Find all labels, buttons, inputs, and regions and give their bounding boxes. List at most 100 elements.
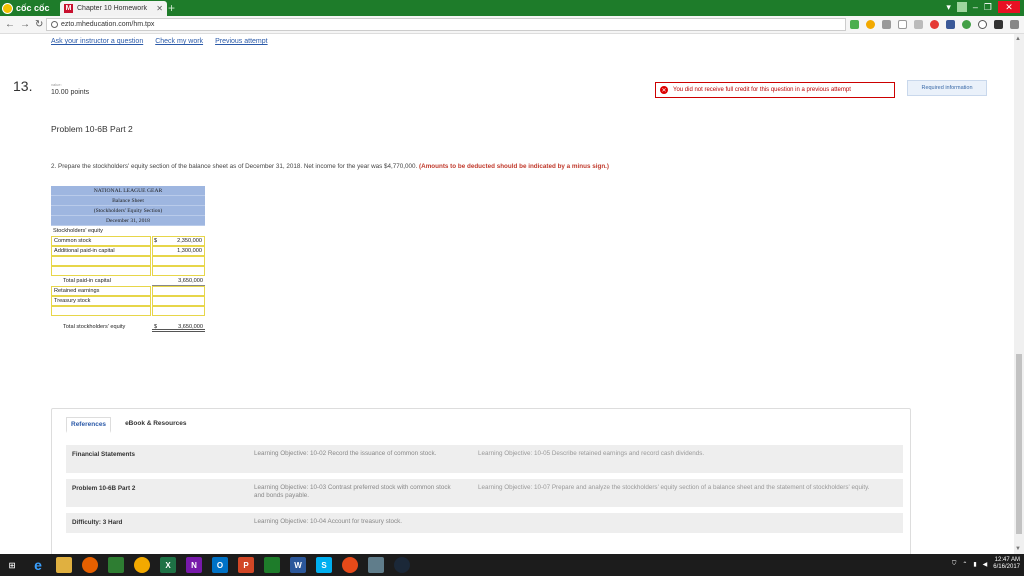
tab-close-icon[interactable]: ✕: [156, 4, 163, 13]
extension-icon[interactable]: [978, 20, 987, 29]
file-explorer-icon[interactable]: [56, 557, 72, 573]
edge-icon[interactable]: e: [30, 557, 46, 573]
window-controls: ▾ – ❐ ✕: [946, 1, 1020, 13]
blank-amount-input[interactable]: [152, 306, 205, 316]
scrollbar-thumb[interactable]: [1016, 354, 1022, 534]
warning-text: You did not receive full credit for this…: [673, 87, 851, 93]
extension-icon[interactable]: [866, 20, 875, 29]
scroll-down-icon[interactable]: ▼: [1015, 546, 1021, 552]
references-panel: References eBook & Resources Financial S…: [51, 408, 911, 554]
browser-brand[interactable]: cốc cốc: [2, 2, 50, 14]
sheet-title: Balance Sheet: [51, 196, 205, 206]
menu-chevron-icon[interactable]: ▾: [946, 2, 951, 13]
facebook-icon[interactable]: [946, 20, 955, 29]
page-scrollbar[interactable]: ▲ ▼: [1014, 34, 1024, 554]
section-label: Stockholders' equity: [53, 228, 103, 234]
total-paid-in-row: Total paid-in capital 3,650,000: [51, 276, 205, 286]
volume-icon[interactable]: ◀: [983, 561, 988, 568]
coccoc-icon[interactable]: [264, 557, 280, 573]
info-icon: [51, 21, 58, 28]
check-my-work-link[interactable]: Check my work: [155, 38, 203, 45]
word-icon[interactable]: W: [290, 557, 306, 573]
new-tab-button[interactable]: +: [168, 1, 175, 15]
common-stock-row: Common stock $ 2,350,000: [51, 236, 205, 246]
tab-references[interactable]: References: [66, 417, 112, 433]
reference-name: Financial Statements: [72, 451, 135, 458]
profile-icon[interactable]: [956, 2, 967, 12]
tab-ebook-resources[interactable]: eBook & Resources: [121, 417, 190, 433]
value-label: value:: [51, 82, 62, 87]
reload-button[interactable]: ↻: [35, 19, 43, 30]
required-information-button[interactable]: Required information: [907, 80, 987, 96]
total-paid-in-label: Total paid-in capital: [63, 278, 111, 284]
question-number: 13.: [13, 78, 33, 94]
shield-icon[interactable]: ⛉: [952, 561, 957, 568]
network-icon[interactable]: ▮: [973, 561, 976, 568]
steam-icon[interactable]: [394, 557, 410, 573]
sheet-company-name: NATIONAL LEAGUE GEAR: [51, 186, 205, 196]
system-tray: ⛉ ⌃ ▮ ◀ 12:47 AM 6/16/2017: [952, 557, 1020, 571]
outlook-icon[interactable]: O: [212, 557, 228, 573]
extension-icon[interactable]: [962, 20, 971, 29]
blank-label-input[interactable]: [51, 306, 151, 316]
downloads-icon[interactable]: [1010, 20, 1019, 29]
ask-instructor-link[interactable]: Ask your instructor a question: [51, 38, 143, 45]
treasury-stock-row: Treasury stock: [51, 296, 205, 306]
back-button[interactable]: ←: [5, 19, 15, 30]
apic-label[interactable]: Additional paid-in capital: [51, 246, 151, 256]
extension-icon[interactable]: [850, 20, 859, 29]
reference-row: Financial Statements Learning Objective:…: [66, 445, 903, 473]
powerpoint-icon[interactable]: P: [238, 557, 254, 573]
previous-attempt-warning: ✕ You did not receive full credit for th…: [655, 82, 895, 98]
forward-button[interactable]: →: [20, 19, 30, 30]
treasury-stock-amount[interactable]: [152, 296, 205, 306]
total-equity-row: Total stockholders' equity $ 3,650,000: [51, 322, 205, 332]
tab-favicon-icon: M: [64, 4, 73, 13]
browser-titlebar: cốc cốc M Chapter 10 Homework ✕ + ▾ – ❐ …: [0, 0, 1024, 16]
windows-start-icon[interactable]: ⊞: [4, 557, 20, 573]
scroll-up-icon[interactable]: ▲: [1015, 36, 1021, 42]
photos-icon[interactable]: [368, 557, 384, 573]
download-icon[interactable]: [914, 20, 923, 29]
taskbar-apps: ⊞ e X N O P W S: [4, 557, 410, 573]
close-window-button[interactable]: ✕: [998, 1, 1020, 13]
tray-chevron-icon[interactable]: ⌃: [962, 561, 967, 568]
chrome-icon[interactable]: [134, 557, 150, 573]
excel-icon[interactable]: X: [160, 557, 176, 573]
minimize-button[interactable]: –: [973, 2, 978, 12]
total-equity-amount: 3,650,000: [152, 322, 205, 332]
windows-taskbar: ⊞ e X N O P W S ⛉ ⌃ ▮ ◀ 12:47 AM 6/16/20…: [0, 554, 1024, 576]
blank-amount-input[interactable]: [152, 266, 205, 276]
onenote-icon[interactable]: N: [186, 557, 202, 573]
retained-earnings-label[interactable]: Retained earnings: [51, 286, 151, 296]
store-icon[interactable]: [108, 557, 124, 573]
address-bar[interactable]: ezto.mheducation.com/hm.tpx: [46, 18, 846, 31]
common-stock-label[interactable]: Common stock: [51, 236, 151, 246]
media-icon[interactable]: [342, 557, 358, 573]
star-icon[interactable]: [898, 20, 907, 29]
translate-icon[interactable]: [882, 20, 891, 29]
previous-attempt-link[interactable]: Previous attempt: [215, 38, 268, 45]
blank-amount-input[interactable]: [152, 256, 205, 266]
learning-objective: Learning Objective: 10-04 Account for tr…: [254, 518, 403, 525]
taskbar-clock[interactable]: 12:47 AM 6/16/2017: [993, 557, 1020, 571]
instruction: 2. Prepare the stockholders' equity sect…: [51, 163, 609, 170]
learning-objective: Learning Objective: 10-05 Describe retai…: [478, 450, 705, 457]
extension-icon[interactable]: [930, 20, 939, 29]
reference-name: Problem 10-6B Part 2: [72, 485, 136, 492]
extension-icon[interactable]: [994, 20, 1003, 29]
retained-earnings-amount[interactable]: [152, 286, 205, 296]
browser-tab[interactable]: M Chapter 10 Homework ✕: [60, 1, 167, 16]
common-stock-amount[interactable]: 2,350,000: [152, 236, 205, 246]
skype-icon[interactable]: S: [316, 557, 332, 573]
retained-earnings-row: Retained earnings: [51, 286, 205, 296]
apic-amount[interactable]: 1,300,000: [152, 246, 205, 256]
firefox-icon[interactable]: [82, 557, 98, 573]
restore-button[interactable]: ❐: [984, 2, 992, 13]
treasury-stock-label[interactable]: Treasury stock: [51, 296, 151, 306]
error-icon: ✕: [660, 86, 668, 94]
total-equity-label: Total stockholders' equity: [63, 324, 126, 330]
blank-row: [51, 266, 205, 276]
blank-label-input[interactable]: [51, 266, 151, 276]
blank-label-input[interactable]: [51, 256, 151, 266]
